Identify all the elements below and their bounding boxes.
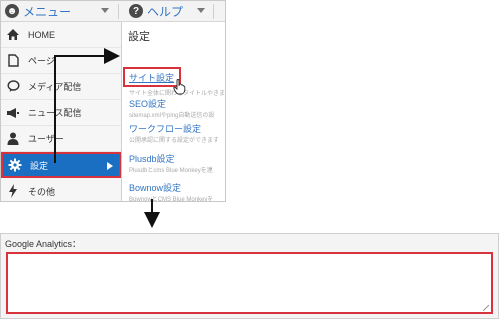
sidebar-item-page[interactable]: ページ (1, 48, 121, 74)
menu-logo-icon: ☻ (5, 4, 19, 18)
menu-button[interactable]: ☻ メニュー (5, 1, 71, 21)
sidebar-item-label: ニュース配信 (28, 108, 82, 118)
workflow-settings-link[interactable]: ワークフロー設定 (129, 122, 201, 135)
sidebar-item-user[interactable]: ユーザー (1, 126, 121, 152)
cms-admin-screenshot: ☻ メニュー ? ヘルプ HOME ページ メディア配信 ニュース配信 ユーザー… (0, 0, 226, 202)
user-icon (6, 132, 20, 146)
hand-cursor-icon (173, 79, 186, 95)
settings-submenu: 設定 サイト設定 サイト全体に関わるタイトルやきます SEO設定 sitemap… (123, 22, 225, 202)
gear-icon (8, 158, 22, 172)
page-icon (6, 54, 20, 68)
sidebar-item-label: その他 (28, 186, 56, 197)
submenu-title: 設定 (128, 31, 150, 43)
divider (118, 4, 119, 19)
chevron-down-icon[interactable] (101, 8, 109, 13)
sidebar-item-label: メディア配信 (28, 82, 82, 92)
ga-code-textarea[interactable] (6, 252, 493, 314)
seo-settings-desc: sitemap.xmlやping自動送信の設 (129, 113, 215, 119)
megaphone-icon (6, 106, 20, 120)
chevron-down-icon[interactable] (197, 8, 205, 13)
workflow-settings-desc: 公開承認に関する設定ができます (129, 138, 220, 144)
google-analytics-panel: Google Analytics： (0, 233, 499, 319)
bownow-settings-link[interactable]: Bownow設定 (129, 181, 181, 194)
sidebar-item-label: ユーザー (28, 134, 64, 144)
seo-settings-link[interactable]: SEO設定 (129, 97, 166, 110)
sidebar-item-settings[interactable]: 設定 (1, 152, 121, 178)
sidebar: HOME ページ メディア配信 ニュース配信 ユーザー 設定 その他 (1, 22, 122, 201)
home-icon (6, 28, 20, 42)
help-button[interactable]: ? ヘルプ (129, 1, 183, 21)
sidebar-item-news[interactable]: ニュース配信 (1, 100, 121, 126)
bownow-settings-desc: BownowとCMS Blue Monkeyを (129, 197, 214, 202)
sidebar-item-other[interactable]: その他 (1, 178, 121, 201)
caret-right-icon (107, 162, 113, 170)
top-menu-bar: ☻ メニュー ? ヘルプ (1, 1, 225, 22)
divider (213, 4, 214, 19)
sidebar-item-label: ページ (28, 56, 55, 66)
sidebar-item-label: 設定 (30, 160, 49, 171)
bolt-icon (6, 184, 20, 198)
speech-bubble-icon (6, 80, 20, 94)
resize-handle-icon[interactable] (483, 305, 489, 311)
plusdb-settings-desc: Plusdbとcms Blue Monkeyを連 (129, 168, 213, 174)
ga-field-label: Google Analytics： (5, 239, 82, 249)
help-label: ヘルプ (147, 4, 184, 19)
plusdb-settings-link[interactable]: Plusdb設定 (129, 152, 175, 165)
help-icon: ? (129, 4, 143, 18)
menu-label: メニュー (23, 4, 72, 19)
sidebar-item-media[interactable]: メディア配信 (1, 74, 121, 100)
site-settings-label[interactable]: サイト設定 (129, 71, 174, 84)
sidebar-item-home[interactable]: HOME (1, 22, 121, 48)
sidebar-item-label: HOME (28, 29, 55, 40)
